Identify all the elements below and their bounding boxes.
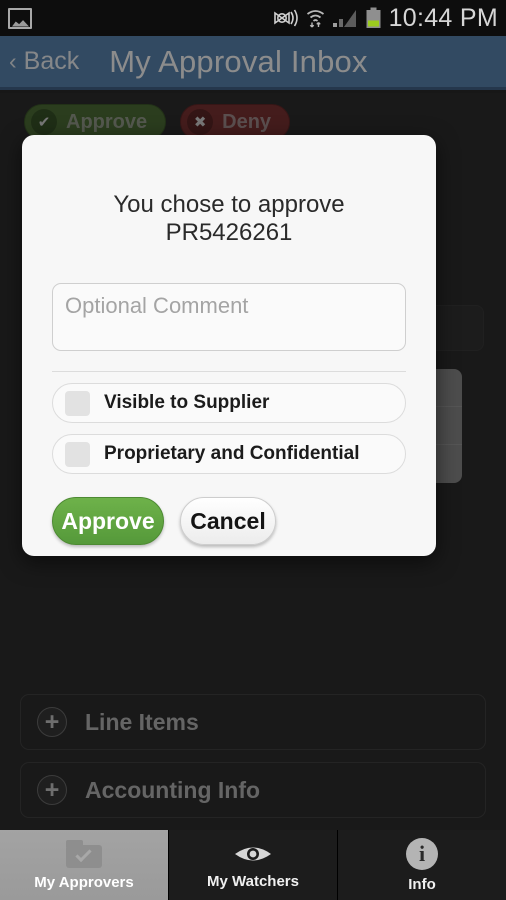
comment-placeholder: Optional Comment <box>65 293 249 318</box>
location-icon <box>273 9 298 27</box>
tab-info[interactable]: i Info <box>338 830 506 900</box>
checkbox-icon[interactable] <box>65 441 90 467</box>
eye-icon <box>233 841 273 867</box>
cancel-button[interactable]: Cancel <box>180 497 276 545</box>
status-bar-left <box>8 7 32 29</box>
checkbox-proprietary-confidential[interactable]: Proprietary and Confidential <box>52 434 406 474</box>
approve-button[interactable]: Approve <box>52 497 164 545</box>
tab-my-approvers[interactable]: My Approvers <box>0 830 169 900</box>
signal-icon <box>332 10 356 27</box>
status-bar-right: 10:44 PM <box>273 4 498 33</box>
status-bar-clock: 10:44 PM <box>388 3 498 32</box>
checkbox-label: Visible to Supplier <box>104 392 270 413</box>
dialog-button-row: Approve Cancel <box>52 497 406 545</box>
approval-dialog: You chose to approve PR5426261 Optional … <box>22 135 436 556</box>
tab-label: My Approvers <box>34 873 134 891</box>
wifi-icon <box>306 10 324 28</box>
checkbox-label: Proprietary and Confidential <box>104 443 360 464</box>
tab-label: Info <box>408 875 436 893</box>
photo-icon <box>8 7 32 29</box>
info-icon: i <box>406 837 438 870</box>
checkbox-visible-to-supplier[interactable]: Visible to Supplier <box>52 383 406 423</box>
divider <box>52 371 406 372</box>
dialog-message: You chose to approve PR5426261 <box>113 191 345 246</box>
bottom-tab-bar: My Approvers My Watchers i Info <box>0 830 506 900</box>
folder-check-icon <box>66 839 102 868</box>
battery-icon <box>366 7 381 28</box>
comment-input[interactable]: Optional Comment <box>52 283 406 351</box>
checkbox-icon[interactable] <box>65 390 90 416</box>
tab-my-watchers[interactable]: My Watchers <box>169 830 338 900</box>
status-bar: 10:44 PM <box>0 0 506 36</box>
tab-label: My Watchers <box>207 872 299 890</box>
app-root: 10:44 PM ‹ Back My Approval Inbox ✔ Appr… <box>0 0 506 900</box>
